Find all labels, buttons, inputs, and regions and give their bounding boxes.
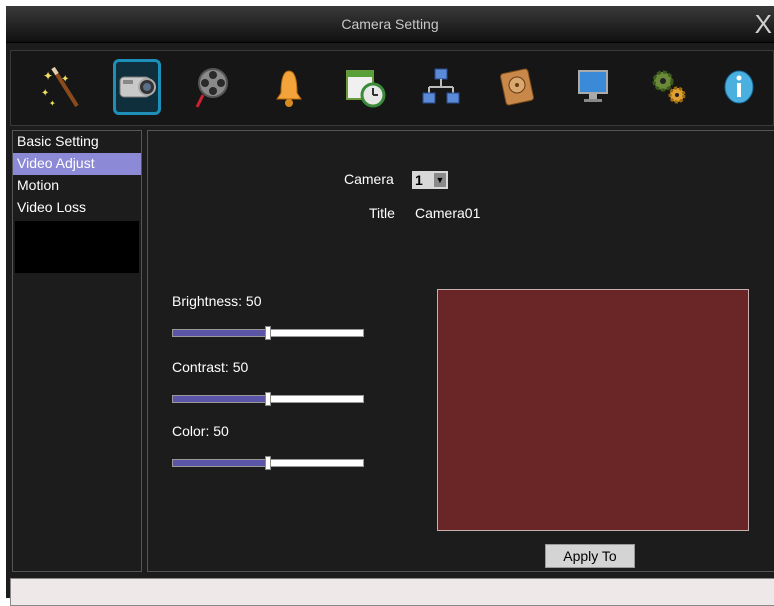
color-label: Color: 50 bbox=[172, 423, 229, 439]
toolbar-storage-button[interactable] bbox=[493, 59, 541, 115]
svg-text:✦: ✦ bbox=[43, 69, 53, 83]
toolbar-network-button[interactable] bbox=[417, 59, 465, 115]
menu-item-video-loss[interactable]: Video Loss bbox=[13, 197, 141, 219]
toolbar-schedule-button[interactable] bbox=[341, 59, 389, 115]
toolbar-wizard-button[interactable]: ✦ ✦ ✦ ✦ bbox=[37, 59, 85, 115]
brightness-slider-fill bbox=[173, 330, 268, 336]
schedule-clock-icon bbox=[346, 70, 386, 108]
camera-setting-window: Camera Setting X ✦ ✦ ✦ ✦ Basic Setting V… bbox=[6, 6, 774, 606]
film-reel-icon bbox=[195, 68, 228, 108]
video-adjust-panel: Camera 1 ▼ Title Camera01 Brightness: 50… bbox=[147, 130, 774, 572]
toolbar-alarm-button[interactable] bbox=[265, 59, 313, 115]
storage-disk-icon bbox=[500, 68, 534, 106]
color-slider[interactable] bbox=[172, 456, 364, 470]
info-icon bbox=[724, 70, 754, 104]
apply-to-button[interactable]: Apply To bbox=[545, 544, 635, 568]
window-title: Camera Setting bbox=[341, 16, 439, 32]
toolbar-display-button[interactable] bbox=[569, 59, 617, 115]
menu-item-video-adjust[interactable]: Video Adjust bbox=[13, 153, 141, 175]
settings-gears-icon bbox=[652, 70, 686, 104]
camera-select[interactable]: 1 ▼ bbox=[412, 171, 448, 189]
title-label: Title bbox=[369, 205, 395, 221]
menu-item-motion[interactable]: Motion bbox=[13, 175, 141, 197]
contrast-slider-thumb[interactable] bbox=[265, 392, 271, 406]
monitor-icon bbox=[578, 70, 608, 102]
settings-menu: Basic Setting Video Adjust Motion Video … bbox=[12, 130, 142, 572]
toolbar-record-button[interactable] bbox=[189, 59, 237, 115]
contrast-label: Contrast: 50 bbox=[172, 359, 249, 375]
settings-toolbar: ✦ ✦ ✦ ✦ bbox=[10, 50, 774, 126]
video-preview bbox=[437, 289, 749, 531]
color-slider-fill bbox=[173, 460, 268, 466]
network-icon bbox=[422, 68, 460, 104]
menu-empty-area bbox=[15, 221, 139, 273]
camera-select-value: 1 bbox=[415, 172, 423, 188]
status-bar bbox=[10, 578, 774, 606]
chevron-down-icon: ▼ bbox=[434, 173, 446, 187]
menu-item-basic-setting[interactable]: Basic Setting bbox=[13, 131, 141, 153]
toolbar-camera-button[interactable] bbox=[113, 59, 161, 115]
camera-icon bbox=[119, 76, 156, 98]
magic-wand-icon: ✦ ✦ ✦ ✦ bbox=[41, 66, 79, 108]
camera-label: Camera bbox=[344, 171, 394, 187]
contrast-slider[interactable] bbox=[172, 392, 364, 406]
svg-text:✦: ✦ bbox=[61, 74, 69, 85]
brightness-slider-thumb[interactable] bbox=[265, 326, 271, 340]
svg-text:✦: ✦ bbox=[49, 99, 56, 108]
contrast-slider-fill bbox=[173, 396, 268, 402]
svg-text:✦: ✦ bbox=[41, 88, 49, 99]
close-button[interactable]: X bbox=[755, 10, 772, 38]
color-slider-thumb[interactable] bbox=[265, 456, 271, 470]
toolbar-advanced-button[interactable] bbox=[645, 59, 693, 115]
title-value: Camera01 bbox=[415, 205, 481, 221]
brightness-label: Brightness: 50 bbox=[172, 293, 262, 309]
brightness-slider[interactable] bbox=[172, 326, 364, 340]
toolbar-info-button[interactable] bbox=[715, 59, 763, 115]
title-bar: Camera Setting X bbox=[6, 6, 774, 43]
alarm-bell-icon bbox=[276, 70, 302, 107]
